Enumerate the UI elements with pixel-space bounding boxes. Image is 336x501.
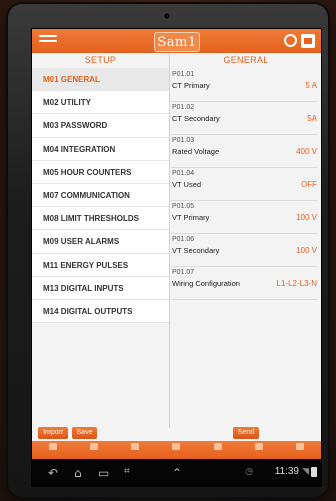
recent-apps-icon[interactable]: ▭	[98, 466, 109, 480]
param-value[interactable]: L1-L2-L3-N	[277, 279, 317, 288]
param-code: P01.05	[172, 203, 195, 210]
nav-tab-exit[interactable]	[280, 441, 321, 459]
settings-icon	[213, 443, 222, 450]
param-name: VT Secondary	[172, 246, 220, 255]
param-name: VT Used	[172, 180, 202, 189]
chevron-up-icon[interactable]: ⌃	[172, 466, 182, 480]
param-row[interactable]: P01.05 VT Primary 100 V	[171, 201, 317, 234]
nav-tab-measure[interactable]	[115, 441, 156, 459]
screenshot-icon[interactable]: ⌗	[124, 466, 130, 477]
device-link-icon[interactable]	[301, 34, 315, 48]
param-code: P01.03	[172, 137, 195, 144]
bottom-navigation	[32, 441, 321, 459]
home-icon	[48, 443, 57, 450]
system-bar: ↶ ⌂ ▭ ⌗ ⌃ ◷ 11:39 ◥	[32, 459, 321, 486]
nav-tab-settings[interactable]	[197, 441, 238, 459]
param-code: P01.02	[172, 104, 195, 111]
menu-item-password[interactable]: M03 PASSWORD	[32, 114, 169, 138]
param-code: P01.04	[172, 170, 195, 177]
back-icon[interactable]: ↶	[48, 466, 58, 480]
param-name: CT Secondary	[172, 114, 220, 123]
app-logo: Sam1	[154, 32, 200, 52]
top-bar: Sam1	[32, 29, 321, 53]
nav-tab-info[interactable]	[238, 441, 279, 459]
refresh-icon[interactable]	[284, 34, 297, 47]
param-code: P01.01	[172, 71, 195, 78]
param-name: Wiring Configuration	[172, 279, 240, 288]
menu-item-communication[interactable]: M07 COMMUNICATION	[32, 184, 169, 208]
param-row[interactable]: P01.07 Wiring Configuration L1-L2-L3-N	[171, 267, 317, 300]
import-button[interactable]: Import	[38, 427, 68, 439]
param-value[interactable]: 100 V	[296, 246, 317, 255]
param-value[interactable]: 5 A	[305, 81, 317, 90]
app-screen: Sam1 SETUP GENERAL M01 GENERAL M02 UTILI…	[31, 28, 322, 487]
param-code: P01.07	[172, 269, 195, 276]
general-header: GENERAL	[223, 55, 269, 65]
param-value[interactable]: OFF	[301, 180, 317, 189]
param-value[interactable]: 100 V	[296, 213, 317, 222]
param-name: CT Primary	[172, 81, 210, 90]
alarm-icon: ◷	[245, 467, 253, 477]
parameter-list: P01.01 CT Primary 5 A P01.02 CT Secondar…	[171, 69, 317, 300]
param-row[interactable]: P01.04 VT Used OFF	[171, 168, 317, 201]
chart-icon	[172, 443, 181, 450]
menu-item-energy-pulses[interactable]: M11 ENERGY PULSES	[32, 254, 169, 277]
send-button[interactable]: Send	[233, 427, 259, 439]
menu-item-digital-outputs[interactable]: M14 DIGITAL OUTPUTS	[32, 300, 169, 324]
info-icon	[255, 443, 264, 450]
param-name: Rated Voltage	[172, 147, 220, 156]
measure-icon	[131, 443, 140, 450]
save-button[interactable]: Save	[72, 427, 97, 439]
menu-item-integration[interactable]: M04 INTEGRATION	[32, 138, 169, 161]
clock: 11:39	[274, 466, 299, 477]
setup-header: SETUP	[84, 55, 117, 65]
param-value[interactable]: 400 V	[296, 147, 317, 156]
battery-icon	[311, 467, 317, 477]
nav-tab-device[interactable]	[73, 441, 114, 459]
param-row[interactable]: P01.02 CT Secondary 5A	[171, 102, 317, 135]
home-button-icon[interactable]: ⌂	[74, 466, 82, 480]
param-code: P01.06	[172, 236, 195, 243]
wifi-icon: ◥	[302, 467, 309, 477]
param-row[interactable]: P01.01 CT Primary 5 A	[171, 69, 317, 102]
exit-icon	[296, 443, 305, 450]
menu-item-digital-inputs[interactable]: M13 DIGITAL INPUTS	[32, 277, 169, 300]
menu-item-limit-thresholds[interactable]: M08 LIMIT THRESHOLDS	[32, 207, 169, 231]
nav-tab-chart[interactable]	[156, 441, 197, 459]
param-value[interactable]: 5A	[307, 114, 317, 123]
param-row[interactable]: P01.06 VT Secondary 100 V	[171, 234, 317, 267]
setup-menu: M01 GENERAL M02 UTILITY M03 PASSWORD M04…	[32, 68, 169, 324]
menu-item-hour-counters[interactable]: M05 HOUR COUNTERS	[32, 161, 169, 184]
menu-item-general[interactable]: M01 GENERAL	[32, 68, 169, 92]
tablet-device: Sam1 SETUP GENERAL M01 GENERAL M02 UTILI…	[8, 4, 328, 497]
menu-item-utility[interactable]: M02 UTILITY	[32, 91, 169, 115]
column-divider	[169, 53, 170, 428]
param-row[interactable]: P01.03 Rated Voltage 400 V	[171, 135, 317, 168]
device-icon	[89, 443, 98, 450]
param-name: VT Primary	[172, 213, 210, 222]
camera-icon	[163, 12, 171, 20]
menu-icon[interactable]	[39, 35, 57, 47]
nav-tab-home[interactable]	[32, 441, 73, 459]
menu-item-user-alarms[interactable]: M09 USER ALARMS	[32, 230, 169, 254]
